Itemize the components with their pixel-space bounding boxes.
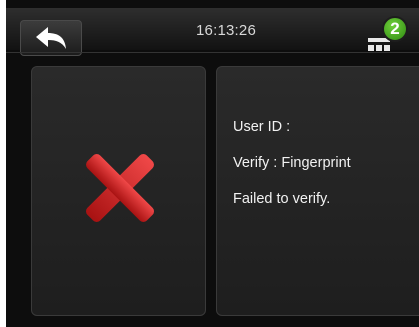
red-x-icon bbox=[86, 154, 154, 222]
verify-method-label: Verify : Fingerprint bbox=[233, 155, 351, 171]
device-screen: 16:13:26 2 User ID: Verify: Fingerprin… bbox=[6, 0, 419, 327]
status-panel bbox=[31, 66, 206, 316]
topbar-divider bbox=[6, 52, 419, 53]
pending-count-badge: 2 bbox=[382, 16, 408, 42]
info-panel: User ID : Verify : Fingerprint Failed to… bbox=[216, 66, 419, 316]
verify-result-message: Failed to verify. bbox=[233, 191, 331, 207]
user-id-label: User ID : bbox=[233, 119, 291, 135]
clock-time: 16:13:26 bbox=[196, 22, 256, 39]
top-bar: 16:13:26 2 bbox=[6, 8, 419, 56]
